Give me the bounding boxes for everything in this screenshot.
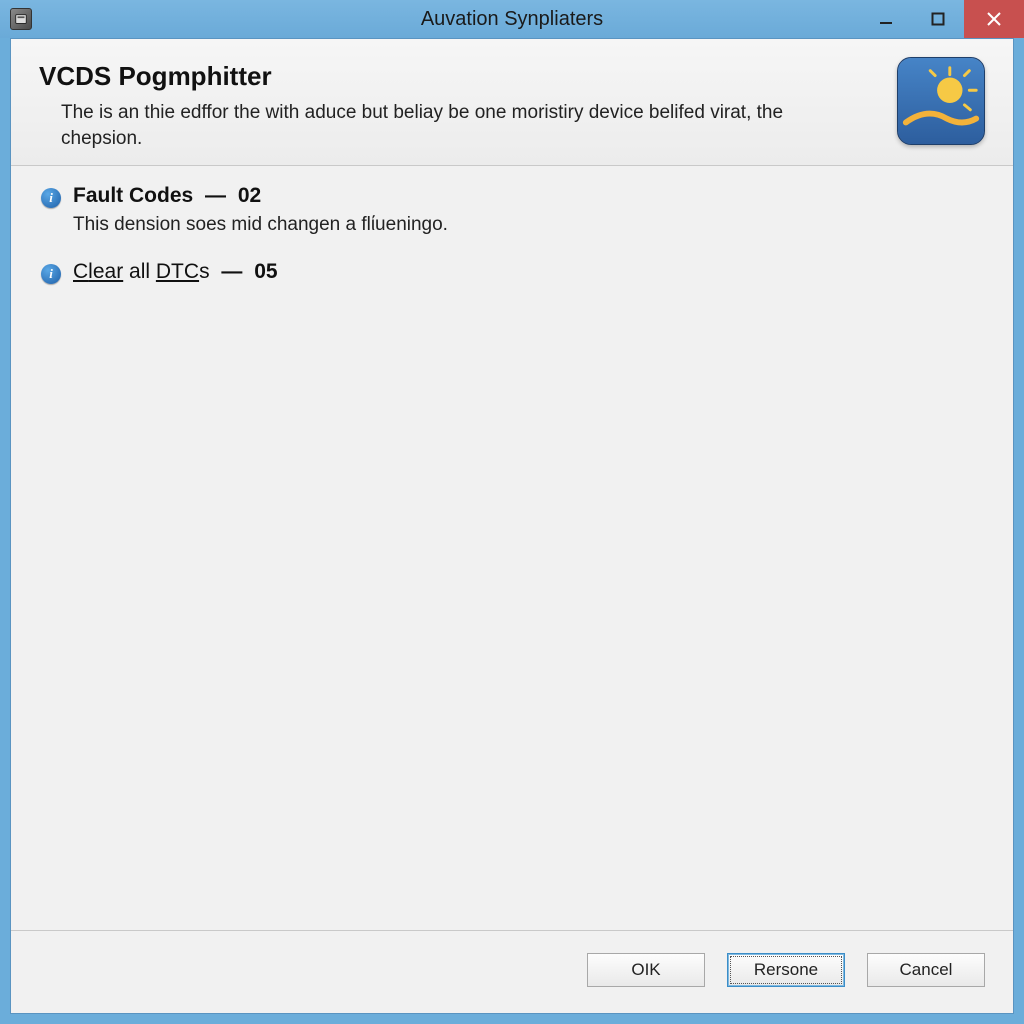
rersone-button[interactable]: Rersone: [727, 953, 845, 987]
item-title-text: Fault Codes: [73, 184, 193, 207]
item-dash: —: [205, 184, 226, 207]
titlebar[interactable]: Auvation Synpliaters: [0, 0, 1024, 38]
page-title: VCDS Pogmphitter: [39, 61, 877, 92]
info-icon: i: [41, 264, 61, 284]
ok-button[interactable]: OIK: [587, 953, 705, 987]
cancel-button[interactable]: Cancel: [867, 953, 985, 987]
weather-icon: [897, 57, 985, 145]
list-item: i Clear all DTCs — 05: [41, 260, 983, 284]
item-dash: —: [221, 260, 242, 283]
info-icon: i: [41, 188, 61, 208]
maximize-button[interactable]: [912, 0, 964, 38]
clear-link[interactable]: Clear: [73, 260, 123, 283]
list-item: i Fault Codes — 02 This dension soes mid…: [41, 184, 983, 236]
body-pane: i Fault Codes — 02 This dension soes mid…: [11, 166, 1013, 930]
footer-pane: OIK Rersone Cancel: [11, 930, 1013, 1013]
item-title-fault-codes: Fault Codes — 02: [73, 184, 261, 208]
page-description: The is an thie edffor the with aduce but…: [61, 100, 831, 151]
app-icon: [10, 8, 32, 30]
header-pane: VCDS Pogmphitter The is an thie edffor t…: [11, 39, 1013, 166]
minimize-button[interactable]: [860, 0, 912, 38]
window-controls: [860, 0, 1024, 38]
client-area: VCDS Pogmphitter The is an thie edffor t…: [10, 38, 1014, 1014]
window-frame: Auvation Synpliaters VCDS Pogmphitter Th…: [0, 0, 1024, 1024]
item-code: 05: [254, 260, 277, 283]
item-description: This dension soes mid changen a flίuenin…: [73, 214, 983, 236]
close-button[interactable]: [964, 0, 1024, 38]
item-code: 02: [238, 184, 261, 207]
item-title-clear-dtcs[interactable]: Clear all DTCs — 05: [73, 260, 278, 284]
header-text-block: VCDS Pogmphitter The is an thie edffor t…: [39, 57, 877, 151]
dtcs-link[interactable]: DTC: [156, 260, 199, 283]
